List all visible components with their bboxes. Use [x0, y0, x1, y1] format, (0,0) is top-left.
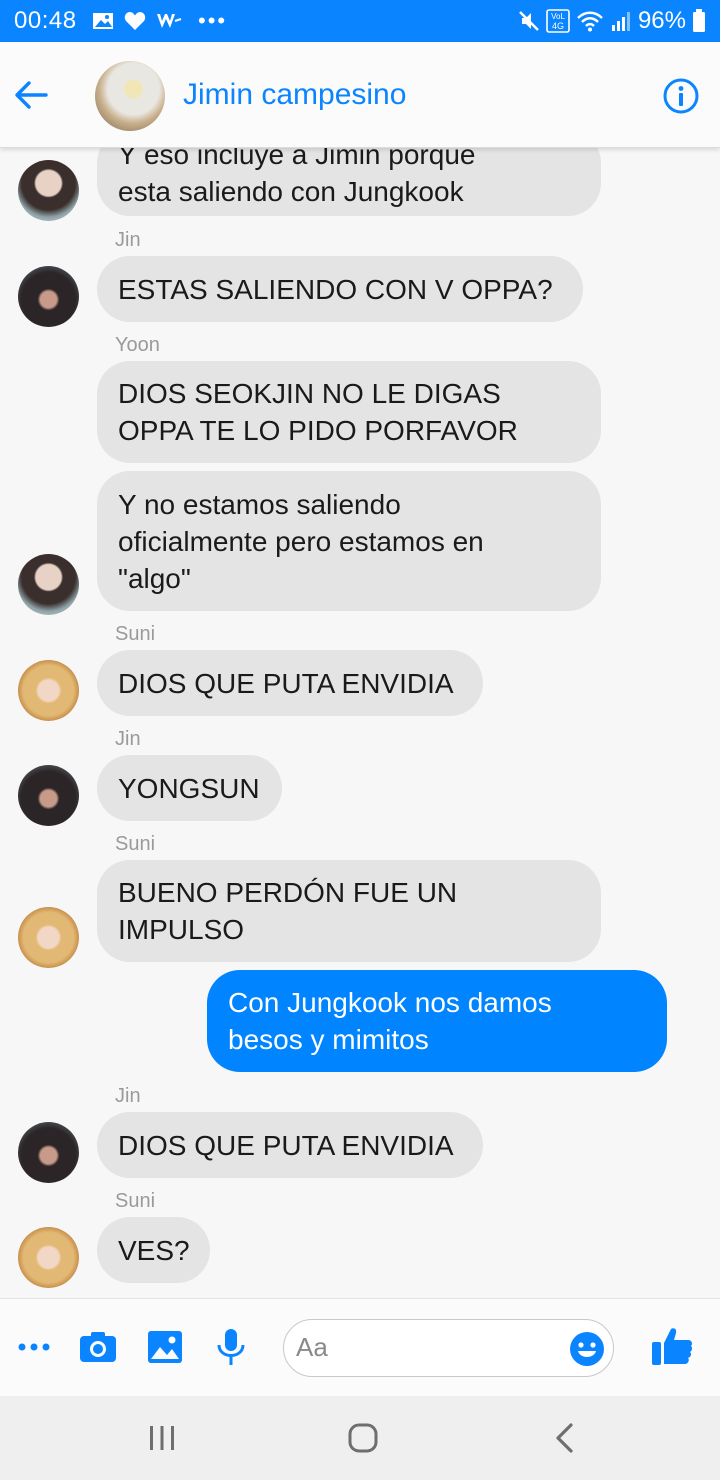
- more-icon: •••: [198, 8, 228, 33]
- volte-icon: VoL4G: [546, 9, 570, 33]
- message-bubble[interactable]: ESTAS SALIENDO CON V OPPA?: [97, 256, 583, 322]
- avatar[interactable]: [18, 266, 79, 327]
- avatar[interactable]: [18, 1227, 79, 1288]
- recents-icon[interactable]: [142, 1418, 182, 1458]
- mute-icon: [519, 11, 539, 31]
- navigation-bar: [0, 1396, 720, 1480]
- battery-icon: [693, 9, 705, 32]
- back-icon[interactable]: [545, 1418, 585, 1458]
- avatar[interactable]: [95, 61, 165, 131]
- message-input-box[interactable]: [283, 1319, 614, 1377]
- message-input[interactable]: [296, 1320, 566, 1375]
- message-bubble[interactable]: Y eso incluye a Jimin porque esta salien…: [97, 148, 601, 216]
- status-time: 00:48: [14, 7, 77, 34]
- battery-percent: 96%: [637, 7, 686, 34]
- message-list[interactable]: Y eso incluye a Jimin porque esta salien…: [0, 148, 720, 1298]
- picture-icon: [93, 13, 113, 29]
- back-arrow-icon[interactable]: [12, 76, 50, 114]
- system-icons: VoL 4G 96%: [518, 7, 706, 35]
- message-bubble[interactable]: YONGSUN: [97, 755, 282, 821]
- avatar[interactable]: [18, 160, 79, 221]
- more-icon[interactable]: [14, 1327, 54, 1367]
- wifi-icon: [577, 11, 603, 32]
- avatar[interactable]: [18, 907, 79, 968]
- home-icon[interactable]: [343, 1418, 383, 1458]
- sender-name: Yoon: [115, 334, 160, 356]
- avatar[interactable]: [18, 765, 79, 826]
- svg-text:VoL: VoL: [551, 12, 565, 21]
- heart-icon: [124, 12, 146, 30]
- page-title[interactable]: Jimin campesino: [183, 78, 406, 112]
- gallery-icon[interactable]: [145, 1327, 185, 1367]
- sender-name: Jin: [115, 728, 141, 750]
- message-bubble[interactable]: DIOS QUE PUTA ENVIDIA: [97, 650, 483, 716]
- microphone-icon[interactable]: [211, 1327, 251, 1367]
- message-bubble[interactable]: BUENO PERDÓN FUE UN IMPULSO: [97, 860, 601, 962]
- info-icon[interactable]: [662, 77, 700, 115]
- notification-icons: •••: [92, 8, 227, 34]
- camera-icon[interactable]: [78, 1327, 118, 1367]
- signal-icon: [611, 12, 630, 31]
- sender-name: Jin: [115, 1085, 141, 1107]
- message-bubble[interactable]: DIOS QUE PUTA ENVIDIA: [97, 1112, 483, 1178]
- sender-name: Suni: [115, 833, 156, 855]
- emoji-icon[interactable]: [569, 1331, 605, 1367]
- conversation-header: Jimin campesino: [0, 42, 720, 148]
- webtoon-icon: [157, 14, 182, 28]
- message-bubble[interactable]: Y no estamos saliendo oficialmente pero …: [97, 471, 601, 611]
- sender-name: Jin: [115, 229, 141, 251]
- thumbs-up-icon[interactable]: [650, 1325, 694, 1367]
- avatar[interactable]: [18, 1122, 79, 1183]
- svg-text:4G: 4G: [552, 21, 564, 31]
- sender-name: Suni: [115, 1190, 156, 1212]
- message-bubble[interactable]: VES?: [97, 1217, 210, 1283]
- message-bubble[interactable]: DIOS SEOKJIN NO LE DIGAS OPPA TE LO PIDO…: [97, 361, 601, 463]
- message-composer: [0, 1298, 720, 1396]
- status-bar: 00:48 ••• VoL 4G 96%: [0, 0, 720, 42]
- message-bubble-mine[interactable]: Con Jungkook nos damos besos y mimitos: [207, 970, 667, 1072]
- sender-name: Suni: [115, 623, 156, 645]
- avatar[interactable]: [18, 660, 79, 721]
- avatar[interactable]: [18, 554, 79, 615]
